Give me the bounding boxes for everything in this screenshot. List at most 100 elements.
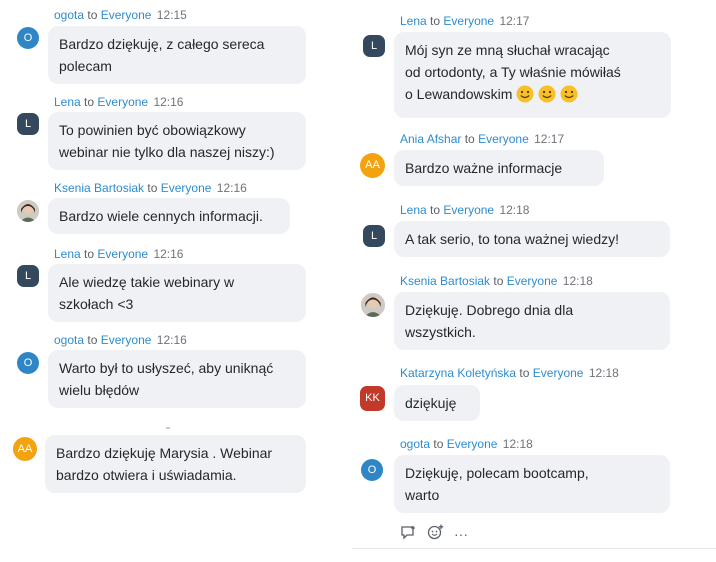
recipient-name[interactable]: Everyone: [97, 247, 148, 261]
message-header: Katarzyna Koletyńska to Everyone 12:18: [400, 366, 619, 380]
separator-mark: [166, 427, 170, 429]
message-line: Bardzo dziękuję, z całego sereca: [59, 36, 265, 52]
avatar[interactable]: AA: [360, 153, 385, 178]
message-header: Ksenia Bartosiak to Everyone 12:16: [54, 181, 247, 195]
message-header: ogota to Everyone 12:18: [400, 437, 533, 451]
message-header: Lena to Everyone 12:17: [400, 14, 529, 28]
message-bubble: Bardzo dziękuję Marysia . Webinar bardzo…: [45, 435, 306, 493]
recipient-name[interactable]: Everyone: [101, 8, 152, 22]
message-bubble: A tak serio, to tona ważnej wiedzy!: [394, 221, 670, 257]
recipient-name[interactable]: Everyone: [161, 181, 212, 195]
message-header: Ania Afshar to Everyone 12:17: [400, 132, 564, 146]
message-bubble: Bardzo ważne informacje: [394, 150, 604, 186]
recipient-name[interactable]: Everyone: [507, 274, 558, 288]
message-time: 12:16: [153, 247, 184, 261]
sender-name[interactable]: Lena: [54, 95, 81, 109]
message-line: To powinien być obowiązkowy: [59, 122, 246, 138]
avatar[interactable]: O: [17, 352, 39, 374]
recipient-name[interactable]: Everyone: [443, 203, 494, 217]
reply-icon[interactable]: [400, 525, 417, 543]
to-label: to: [87, 333, 98, 347]
message-line-with-emoji: o Lewandowskim: [405, 83, 660, 109]
add-reaction-icon[interactable]: [427, 524, 444, 543]
avatar-photo[interactable]: [361, 293, 385, 317]
message-line: wszystkich.: [405, 324, 476, 340]
to-label: to: [430, 203, 441, 217]
sender-name[interactable]: ogota: [400, 437, 430, 451]
message-bubble: Dziękuję, polecam bootcamp, warto: [394, 455, 670, 513]
message-time: 12:18: [588, 366, 619, 380]
recipient-name[interactable]: Everyone: [97, 95, 148, 109]
sender-name[interactable]: Lena: [400, 203, 427, 217]
message-header: ogota to Everyone 12:16: [54, 333, 187, 347]
more-icon[interactable]: ···: [454, 526, 468, 542]
message-header: Lena to Everyone 12:16: [54, 95, 183, 109]
message-header: ogota to Everyone 12:15: [54, 8, 187, 22]
to-label: to: [147, 181, 158, 195]
message-line: dziękuję: [405, 395, 457, 411]
sender-name[interactable]: Ksenia Bartosiak: [400, 274, 490, 288]
message-line: Dziękuję, polecam bootcamp,: [405, 465, 589, 481]
message-bubble: To powinien być obowiązkowy webinar nie …: [48, 112, 306, 170]
to-label: to: [493, 274, 504, 288]
message-line: A tak serio, to tona ważnej wiedzy!: [405, 231, 619, 247]
message-time: 12:16: [156, 333, 187, 347]
message-time: 12:17: [499, 14, 530, 28]
message-line: szkołach <3: [59, 296, 134, 312]
recipient-name[interactable]: Everyone: [443, 14, 494, 28]
recipient-name[interactable]: Everyone: [101, 333, 152, 347]
to-label: to: [87, 8, 98, 22]
avatar[interactable]: KK: [360, 386, 385, 411]
message-time: 12:15: [156, 8, 187, 22]
to-label: to: [84, 95, 95, 109]
avatar[interactable]: L: [17, 113, 39, 135]
message-line: wielu błędów: [59, 382, 140, 398]
message-time: 12:16: [153, 95, 184, 109]
message-line: od ortodonty, a Ty właśnie mówiłaś: [405, 64, 621, 80]
avatar[interactable]: O: [17, 27, 39, 49]
sender-name[interactable]: ogota: [54, 333, 84, 347]
message-bubble: Ale wiedzę takie webinary w szkołach <3: [48, 264, 306, 322]
avatar[interactable]: L: [363, 35, 385, 57]
message-bubble: dziękuję: [394, 385, 480, 421]
sender-name[interactable]: Lena: [54, 247, 81, 261]
message-bubble: Dziękuję. Dobrego dnia dla wszystkich.: [394, 292, 670, 350]
recipient-name[interactable]: Everyone: [533, 366, 584, 380]
message-line: Ale wiedzę takie webinary w: [59, 274, 235, 290]
smile-emoji-icon: [538, 85, 556, 109]
message-line: warto: [405, 487, 440, 503]
message-line: Mój syn ze mną słuchał wracając: [405, 42, 610, 58]
message-time: 12:16: [216, 181, 247, 195]
to-label: to: [433, 437, 444, 451]
sender-name[interactable]: ogota: [54, 8, 84, 22]
recipient-name[interactable]: Everyone: [447, 437, 498, 451]
smile-emoji-icon: [516, 85, 534, 109]
message-bubble: Warto był to usłyszeć, aby uniknąć wielu…: [48, 350, 306, 408]
message-line: o Lewandowskim: [405, 86, 513, 102]
recipient-name[interactable]: Everyone: [478, 132, 529, 146]
sender-name[interactable]: Katarzyna Koletyńska: [400, 366, 516, 380]
avatar[interactable]: O: [361, 459, 383, 481]
sender-name[interactable]: Ksenia Bartosiak: [54, 181, 144, 195]
message-line: Warto był to usłyszeć, aby uniknąć: [59, 360, 274, 376]
avatar[interactable]: AA: [13, 437, 37, 461]
avatar[interactable]: L: [17, 265, 39, 287]
message-line: webinar nie tylko dla naszej niszy:): [59, 144, 275, 160]
message-line: bardzo otwiera i uświadamia.: [56, 467, 237, 483]
sender-name[interactable]: Ania Afshar: [400, 132, 461, 146]
message-header: Ksenia Bartosiak to Everyone 12:18: [400, 274, 593, 288]
message-time: 12:17: [534, 132, 565, 146]
to-label: to: [84, 247, 95, 261]
avatar-photo[interactable]: [17, 200, 39, 222]
to-label: to: [430, 14, 441, 28]
message-line: Dziękuję. Dobrego dnia dla: [405, 302, 574, 318]
avatar[interactable]: L: [363, 225, 385, 247]
message-header: Lena to Everyone 12:18: [400, 203, 529, 217]
sender-name[interactable]: Lena: [400, 14, 427, 28]
message-line: polecam: [59, 58, 112, 74]
smile-emoji-icon: [560, 85, 578, 109]
message-bubble: Bardzo wiele cennych informacji.: [48, 198, 290, 234]
message-line: Bardzo ważne informacje: [405, 160, 563, 176]
message-line: Bardzo dziękuję Marysia . Webinar: [56, 445, 273, 461]
message-bubble: Mój syn ze mną słuchał wracając od ortod…: [394, 32, 671, 118]
